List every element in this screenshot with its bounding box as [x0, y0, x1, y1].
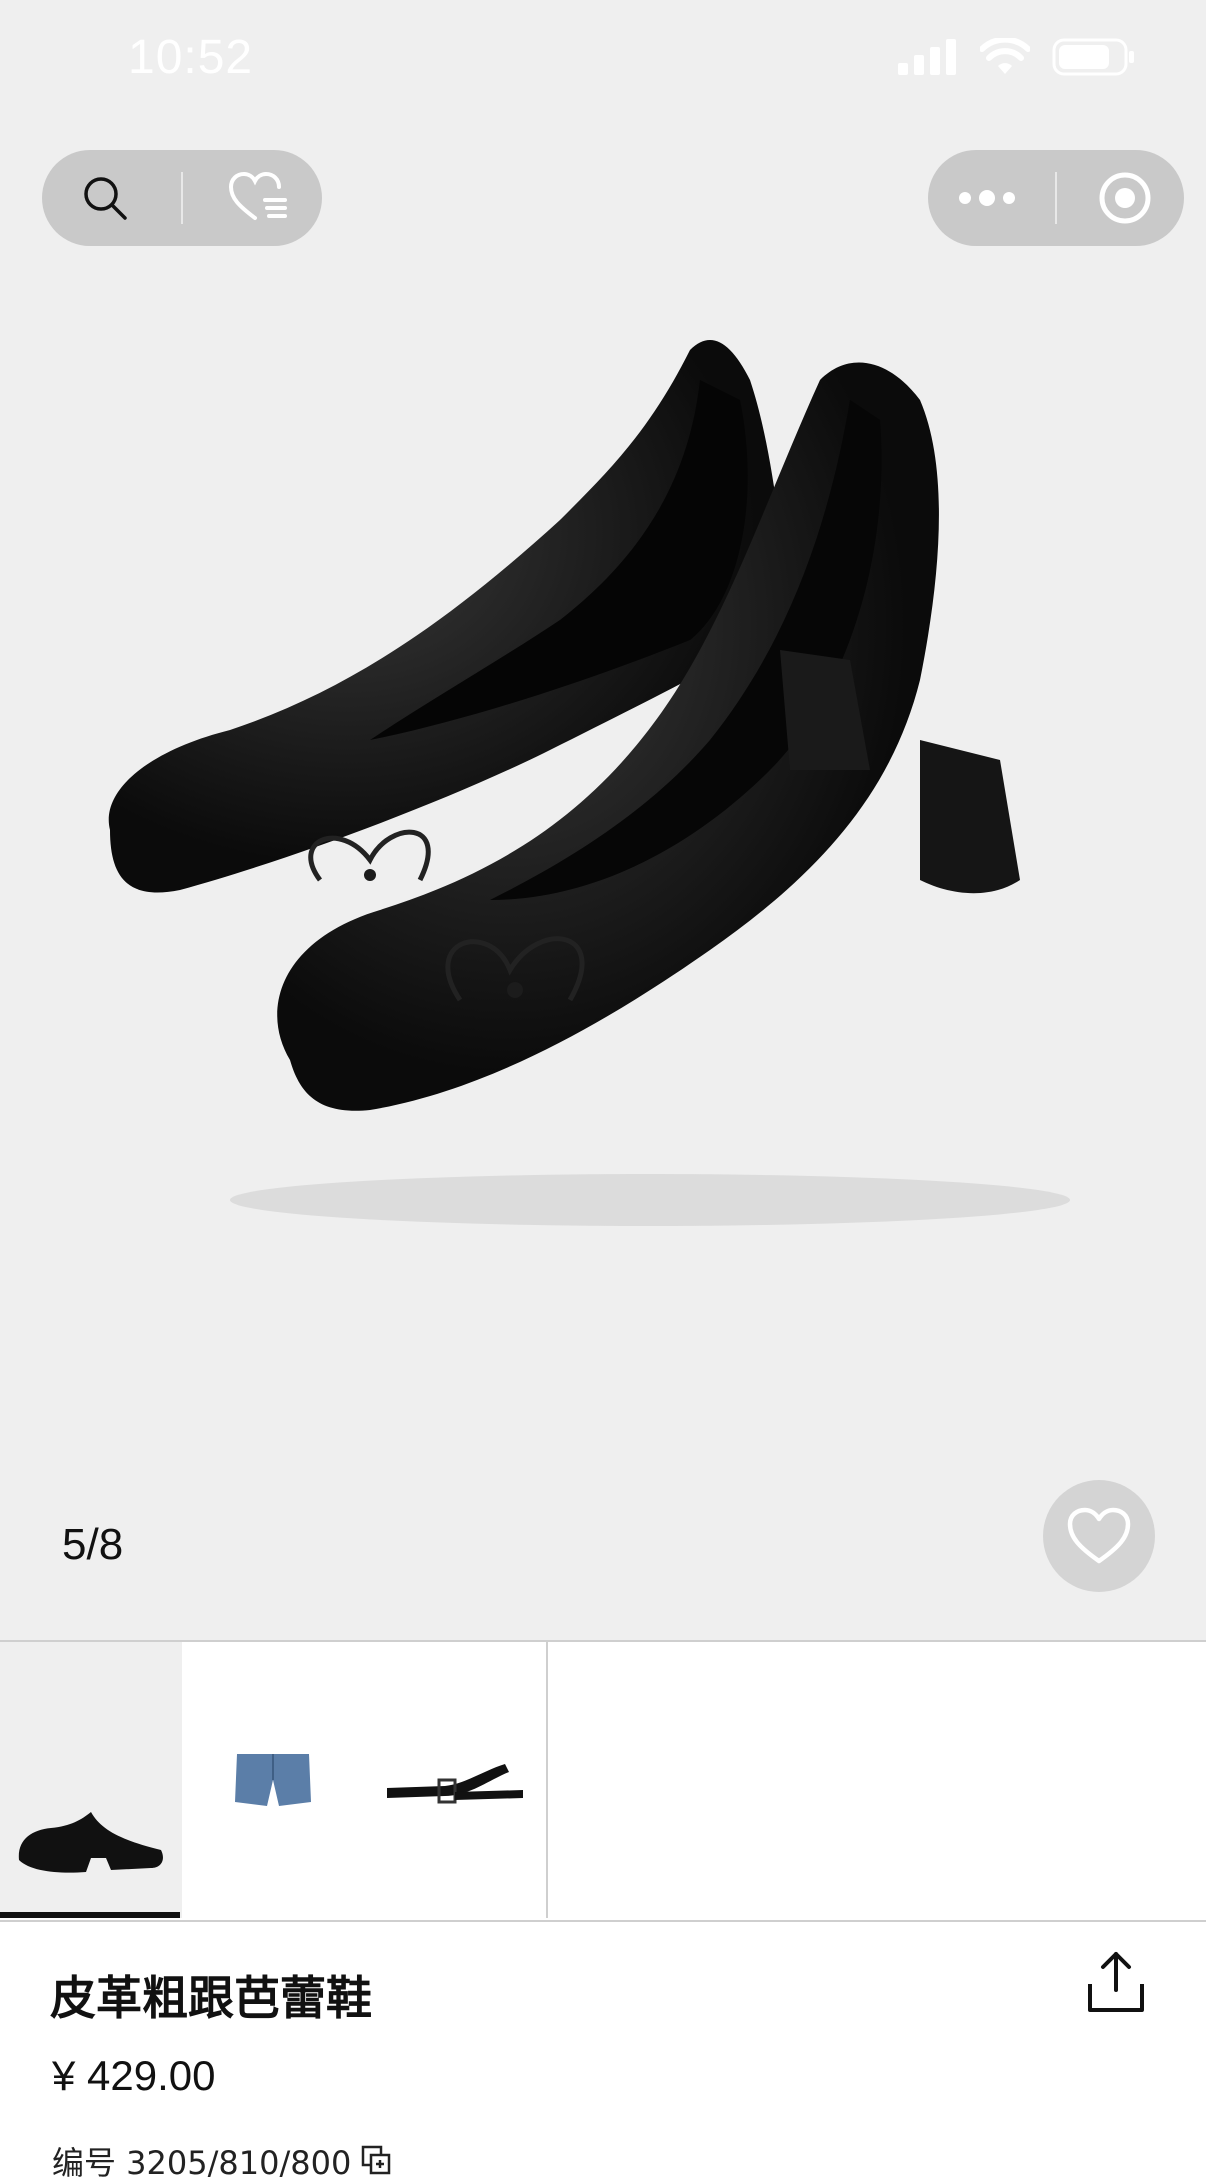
copy-icon[interactable] — [361, 2145, 393, 2177]
ballet-flat-thumb[interactable] — [0, 1642, 184, 1918]
status-icons — [898, 38, 1136, 76]
product-image[interactable] — [90, 320, 1130, 1250]
heart-list-icon — [229, 172, 287, 220]
more-button[interactable] — [937, 158, 1037, 238]
favorite-button[interactable] — [1043, 1480, 1155, 1592]
product-price: ¥ 429.00 — [52, 2052, 216, 2099]
share-icon — [1088, 1952, 1144, 2012]
product-hero: 10:52 5/8 — [0, 0, 1206, 1640]
capsule-divider-right — [1055, 172, 1057, 224]
thumbnail-strip — [0, 1640, 1206, 1922]
sku-text: 编号 3205/810/800 — [52, 2144, 352, 2182]
wishlist-button[interactable] — [209, 158, 309, 238]
product-sku: 编号 3205/810/800 — [52, 2138, 393, 2184]
product-title: 皮革粗跟芭蕾鞋 — [50, 1971, 372, 2025]
belt-thumb[interactable] — [364, 1642, 548, 1918]
miniprogram-capsule — [928, 150, 1184, 246]
battery-icon — [1052, 38, 1134, 76]
ballet-flat-thumbnail-image — [18, 1812, 163, 1873]
search-button[interactable] — [55, 158, 155, 238]
capsule-divider — [181, 172, 183, 224]
signal-icon — [898, 39, 956, 75]
wifi-icon — [980, 38, 1030, 74]
close-miniprogram-button[interactable] — [1075, 158, 1175, 238]
gallery-counter: 5/8 — [62, 1520, 124, 1569]
status-time: 10:52 — [128, 31, 254, 84]
more-dots-icon — [959, 190, 1015, 206]
denim-shorts-thumbnail-image — [235, 1754, 311, 1806]
heart-icon — [1067, 1507, 1131, 1564]
share-button[interactable] — [1086, 1950, 1146, 2014]
belt-thumbnail-image — [387, 1764, 523, 1804]
target-close-icon — [1099, 172, 1151, 224]
search-icon — [84, 177, 127, 220]
search-wishlist-capsule — [42, 150, 322, 246]
denim-shorts-thumb[interactable] — [182, 1642, 366, 1918]
